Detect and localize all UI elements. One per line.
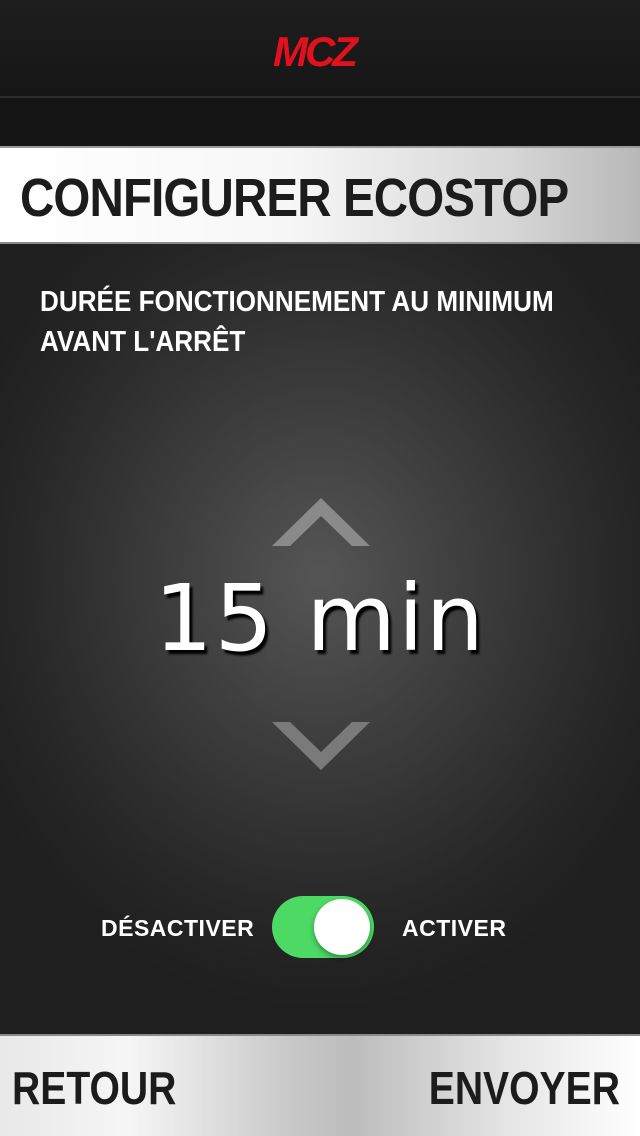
ecostop-toggle-switch[interactable] <box>272 896 374 958</box>
toggle-on-label: ACTIVER <box>402 915 507 941</box>
status-subbar <box>0 98 640 146</box>
bottom-bar: RETOUR ENVOYER <box>0 1034 640 1136</box>
chevron-down-icon[interactable] <box>272 718 370 770</box>
duration-value: 15 min <box>154 565 486 672</box>
app-screen: MCZ CONFIGURER ECOSTOP DURÉE FONCTIONNEM… <box>0 0 640 1136</box>
setting-description: DURÉE FONCTIONNEMENT AU MINIMUM AVANT L'… <box>40 286 554 358</box>
mcz-logo-icon: MCZ <box>273 32 362 72</box>
chevron-up-icon[interactable] <box>272 498 370 550</box>
page-title: CONFIGURER ECOSTOP <box>20 168 569 228</box>
title-bar: CONFIGURER ECOSTOP <box>0 146 640 244</box>
back-button[interactable]: RETOUR <box>12 1062 176 1114</box>
toggle-off-label: DÉSACTIVER <box>101 915 255 941</box>
top-bar: MCZ <box>0 0 640 98</box>
toggle-knob <box>314 899 370 955</box>
ecostop-toggle-row: DÉSACTIVER ACTIVER <box>0 894 640 958</box>
send-button[interactable]: ENVOYER <box>429 1062 620 1114</box>
main-content: DURÉE FONCTIONNEMENT AU MINIMUM AVANT L'… <box>0 244 640 1034</box>
svg-text:MCZ: MCZ <box>273 32 359 72</box>
